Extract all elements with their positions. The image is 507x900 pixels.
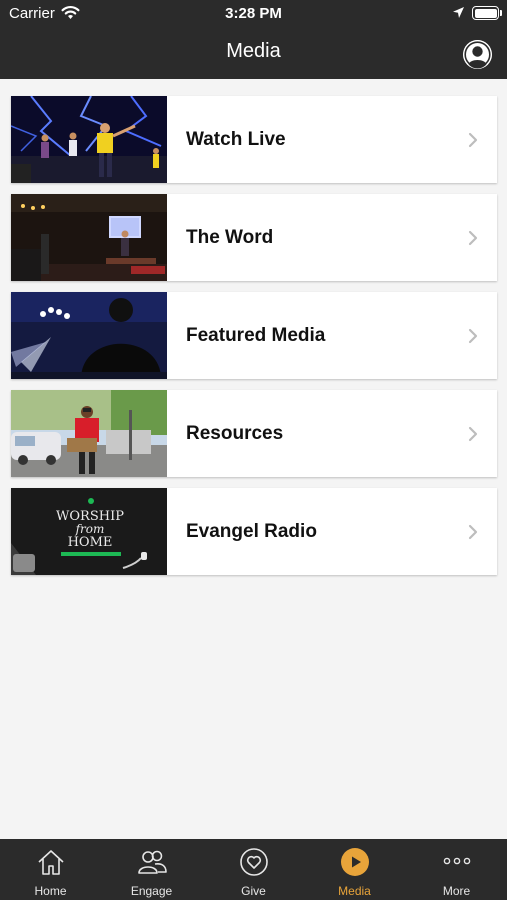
menu-item-label: Evangel Radio <box>186 521 317 542</box>
tab-label: Home <box>34 884 67 898</box>
the-word-thumbnail <box>11 194 167 281</box>
featured-media-thumbnail <box>11 292 167 379</box>
menu-item-label: Resources <box>186 423 284 444</box>
more-icon <box>443 857 470 865</box>
chevron-right-icon <box>468 426 478 442</box>
heart-icon <box>239 848 268 876</box>
chevron-right-icon <box>468 328 478 344</box>
tab-label: More <box>442 884 471 898</box>
tab-give[interactable]: Give <box>203 839 304 900</box>
media-menu-list: Watch Live The Word Featured Media Resou… <box>11 96 497 586</box>
tab-home[interactable]: Home <box>0 839 101 900</box>
battery-cap <box>500 10 502 16</box>
menu-item-evangel-radio[interactable]: WORSHIP from HOME Evangel Radio <box>11 488 497 575</box>
page-title: Media <box>226 40 281 62</box>
tab-media[interactable]: Media <box>304 839 405 900</box>
clock: 3:28 PM <box>225 5 282 22</box>
tab-label: Engage <box>130 884 173 898</box>
status-bar: Carrier 3:28 PM <box>0 0 507 28</box>
play-icon <box>340 848 369 876</box>
home-icon <box>37 850 64 875</box>
menu-item-the-word[interactable]: The Word <box>11 194 497 281</box>
profile-avatar-icon[interactable] <box>463 40 492 69</box>
bottom-tab-bar: Home Engage Give Media More <box>0 839 507 900</box>
battery-icon <box>472 6 499 20</box>
menu-item-resources[interactable]: Resources <box>11 390 497 477</box>
chevron-right-icon <box>468 230 478 246</box>
watch-live-thumbnail <box>11 96 167 183</box>
menu-item-watch-live[interactable]: Watch Live <box>11 96 497 183</box>
resources-thumbnail <box>11 390 167 477</box>
chevron-right-icon <box>468 524 478 540</box>
location-arrow-icon <box>453 7 464 18</box>
chevron-right-icon <box>468 132 478 148</box>
people-icon <box>137 850 167 874</box>
menu-item-label: Featured Media <box>186 325 326 346</box>
tab-more[interactable]: More <box>406 839 507 900</box>
top-navigation-bar: Carrier 3:28 PM Media <box>0 0 507 79</box>
tab-label: Give <box>241 884 266 898</box>
worship-thumb-line2: from <box>75 522 105 536</box>
worship-thumb-line3: HOME <box>68 535 113 550</box>
menu-item-featured-media[interactable]: Featured Media <box>11 292 497 379</box>
evangel-radio-thumbnail: WORSHIP from HOME <box>11 488 167 575</box>
menu-item-label: The Word <box>186 227 274 248</box>
tab-label: Media <box>338 884 371 898</box>
tab-engage[interactable]: Engage <box>101 839 202 900</box>
menu-item-label: Watch Live <box>186 129 286 150</box>
